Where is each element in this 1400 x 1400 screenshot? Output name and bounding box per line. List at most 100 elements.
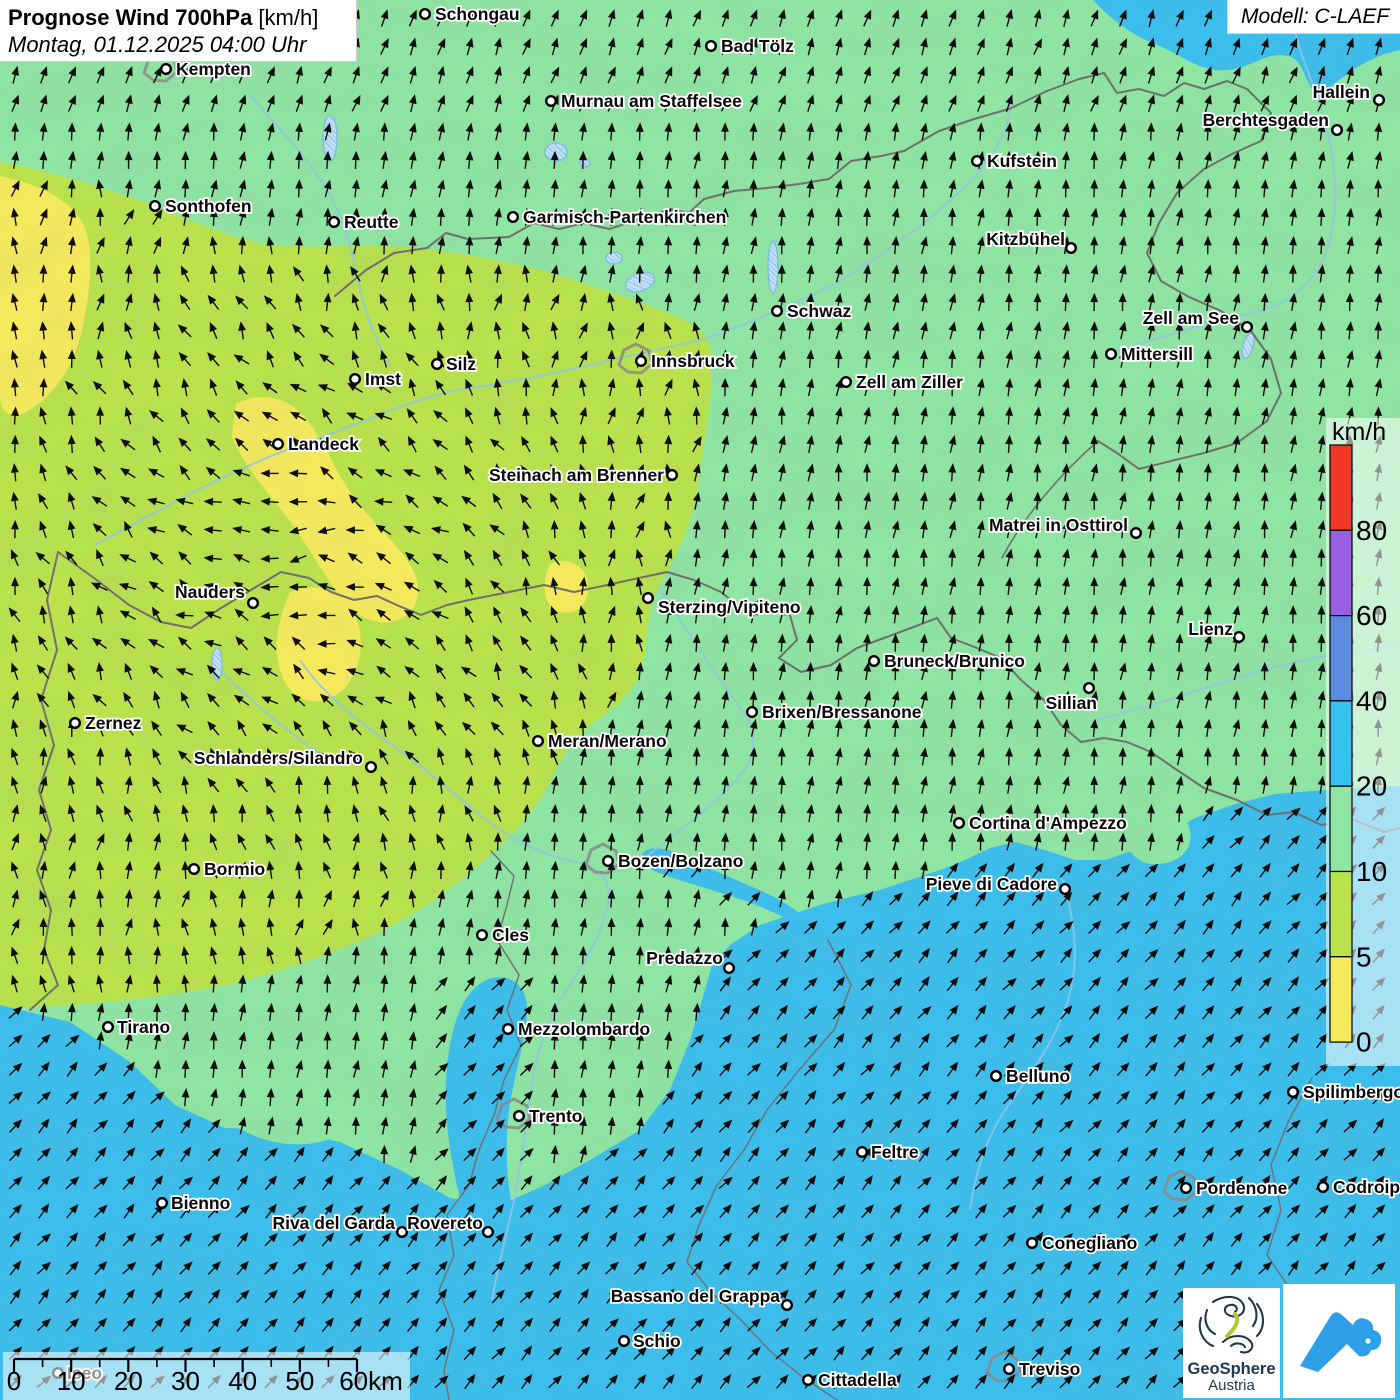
city-dot [1242,322,1252,332]
city-label: Zell am Ziller [856,372,963,392]
legend-segment [1330,786,1352,871]
city-dot [1004,1364,1014,1374]
city-label: Matrei in Osttirol [989,515,1128,535]
city: Bruneck/Brunico [869,651,1025,671]
city: Steinach am Brenner [489,465,677,485]
city-label: Kitzbühel [986,229,1065,249]
city-dot [1131,528,1141,538]
city-label: Meran/Merano [548,731,667,751]
scalebar-label: 20 [114,1366,143,1396]
map-canvas: Schongau Bad Tölz Kempten Murnau am Staffel… [0,0,1400,1400]
city-dot [350,374,360,384]
city-label: Codroipo [1333,1177,1400,1197]
mountain-cloud-icon [1283,1284,1395,1398]
legend-segment [1330,616,1352,701]
city-dot [397,1227,407,1237]
city: Sonthofen [150,196,251,216]
city-label: Belluno [1006,1066,1070,1086]
city-label: Nauders [175,582,245,602]
city-label: Bruneck/Brunico [884,651,1025,671]
title-unit: [km/h] [252,5,318,30]
city-dot [954,818,964,828]
city-label: Feltre [871,1142,919,1162]
city-dot [857,1147,867,1157]
city-dot [546,96,556,106]
city-label: Sterzing/Vipiteno [658,597,801,617]
color-legend: km/h806040201050 [1326,418,1400,1066]
city-label: Reutte [344,212,399,232]
city-dot [869,656,879,666]
city-dot [772,306,782,316]
city-label: Cortina d'Ampezzo [969,813,1127,833]
map-title: Prognose Wind 700hPa [km/h] [8,4,356,31]
city-label: Bassano del Grappa [611,1286,780,1306]
city-dot [189,864,199,874]
title-main: Prognose Wind 700hPa [8,5,252,30]
scalebar-label: 10 [57,1366,86,1396]
legend-segment [1330,957,1352,1042]
city-label: Pieve di Cadore [926,874,1058,894]
city-dot [803,1375,813,1385]
city-label: Conegliano [1042,1233,1137,1253]
city-dot [157,1198,167,1208]
city: Conegliano [1027,1233,1137,1253]
city-dot [1318,1182,1328,1192]
city-label: Steinach am Brenner [489,465,664,485]
city-label: Bad Tölz [721,36,794,56]
scalebar-label: 60km [339,1366,403,1396]
city: Meran/Merano [533,731,666,751]
title-box: Prognose Wind 700hPa [km/h] Montag, 01.1… [0,0,357,62]
city-dot [1181,1183,1191,1193]
city-label: Brixen/Bressanone [762,702,922,722]
legend-tick-label: 0 [1356,1027,1372,1058]
city-dot [1027,1238,1037,1248]
legend-segment [1330,872,1352,957]
city-dot [619,1336,629,1346]
city-label: Schongau [435,4,520,24]
model-label: Modell: C-LAEF [1227,0,1400,34]
city: Zell am Ziller [841,372,963,392]
city-label: Bienno [171,1193,230,1213]
wind-forecast-map: Schongau Bad Tölz Kempten Murnau am Staffel… [0,0,1400,1400]
city-dot [782,1300,792,1310]
city-dot [991,1071,1001,1081]
city-label: Mezzolombardo [518,1019,650,1039]
city-dot [70,718,80,728]
city-label: Hallein [1313,82,1370,102]
city-dot [1288,1087,1298,1097]
city: Matrei in Osttirol [989,515,1141,538]
city: Bozen/Bolzano [603,851,743,871]
city-label: Landeck [288,434,359,454]
city-dot [1084,683,1094,693]
city-label: Riva del Garda [272,1213,395,1233]
city-dot [503,1024,513,1034]
valid-time: Montag, 01.12.2025 04:00 Uhr [8,31,356,58]
legend-segment [1330,530,1352,615]
city: Garmisch-Partenkirchen [508,207,726,227]
city-dot [724,963,734,973]
city-dot [150,201,160,211]
city-dot [161,64,171,74]
geosphere-country: Austria [1183,1378,1280,1394]
city-label: Schwaz [787,301,851,321]
city-dot [329,217,339,227]
city-dot [603,856,613,866]
city-label: Schio [633,1331,681,1351]
city-label: Kempten [176,59,251,79]
city-dot [477,930,487,940]
city: Cittadella [803,1370,897,1390]
geosphere-name: GeoSphere [1183,1361,1280,1378]
city-dot [841,377,851,387]
city: Pordenone [1181,1178,1287,1198]
city-dot [1060,884,1070,894]
legend-tick-label: 80 [1356,515,1387,546]
city-dot [747,707,757,717]
legend-tick-label: 60 [1356,600,1387,631]
city-dot [248,598,258,608]
city-label: Sonthofen [165,196,252,216]
city: Murnau am Staffelsee [546,91,742,111]
partner-logo-box [1283,1284,1395,1398]
city-dot [1234,632,1244,642]
city-dot [972,156,982,166]
legend-tick-label: 20 [1356,771,1387,802]
